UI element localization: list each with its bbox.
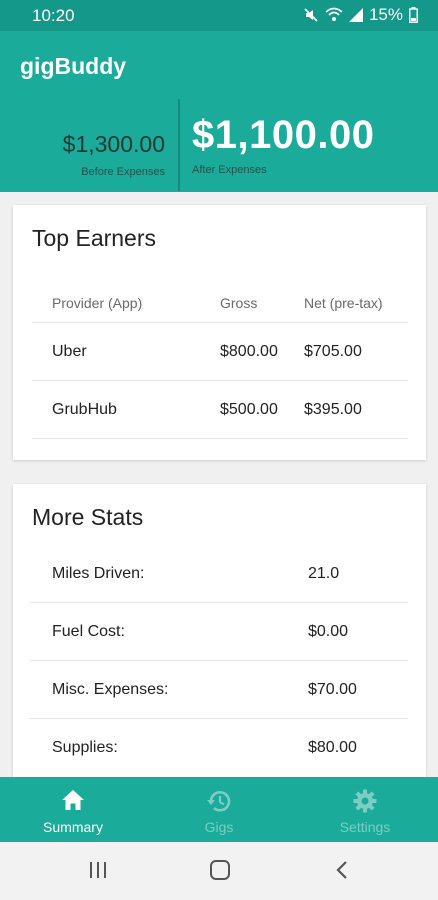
mute-icon xyxy=(303,7,319,23)
stat-value: $80.00 xyxy=(308,739,357,756)
stat-value: $70.00 xyxy=(308,680,357,698)
stat-row-miles: Miles Driven: 21.0 xyxy=(30,545,408,603)
nav-summary[interactable]: Summary xyxy=(0,777,146,842)
column-header-provider: Provider (App) xyxy=(52,294,143,311)
before-expenses-block: $1,300.00 Before Expenses xyxy=(63,131,165,178)
home-icon xyxy=(61,789,85,816)
nav-settings[interactable]: Settings xyxy=(292,777,438,842)
stat-label: Supplies: xyxy=(52,739,118,756)
more-stats-card: More Stats Miles Driven: 21.0 Fuel Cost:… xyxy=(13,484,426,794)
stat-value: 21.0 xyxy=(308,564,340,582)
stat-label: Fuel Cost: xyxy=(52,622,125,640)
nav-gigs[interactable]: Gigs xyxy=(146,777,292,842)
recent-apps-button[interactable] xyxy=(88,859,108,886)
more-stats-title: More Stats xyxy=(32,504,144,530)
status-bar: 10:20 15% xyxy=(0,0,438,31)
provider-name: Uber xyxy=(52,342,87,360)
nav-summary-label: Summary xyxy=(43,819,103,835)
provider-name: GrubHub xyxy=(52,400,117,418)
top-earners-header-row: Provider (App) Gross Net (pre-tax) xyxy=(32,283,408,323)
after-expenses-block: $1,100.00 After Expenses xyxy=(192,113,374,176)
top-earners-card: Top Earners Provider (App) Gross Net (pr… xyxy=(13,205,426,460)
top-earners-title: Top Earners xyxy=(32,225,157,251)
table-row[interactable]: GrubHub $500.00 $395.00 xyxy=(32,381,408,439)
app-header: gigBuddy $1,300.00 Before Expenses $1,10… xyxy=(0,31,438,192)
bottom-navigation: Summary Gigs Settings xyxy=(0,777,438,842)
after-expenses-label: After Expenses xyxy=(192,164,267,176)
gross-value: $500.00 xyxy=(220,400,278,418)
column-header-net: Net (pre-tax) xyxy=(304,294,383,311)
battery-percent: 15% xyxy=(368,5,403,24)
stat-value: $0.00 xyxy=(308,622,349,640)
before-expenses-amount: $1,300.00 xyxy=(62,131,165,157)
status-time: 10:20 xyxy=(32,6,75,25)
before-expenses-label: Before Expenses xyxy=(81,166,165,178)
header-divider xyxy=(178,99,180,191)
battery-icon xyxy=(409,7,418,23)
home-button[interactable] xyxy=(209,859,231,886)
nav-settings-label: Settings xyxy=(339,819,391,835)
gear-icon xyxy=(353,789,377,818)
after-expenses-amount: $1,100.00 xyxy=(192,113,375,157)
nav-gigs-label: Gigs xyxy=(204,819,234,835)
app-title: gigBuddy xyxy=(20,53,127,79)
wifi-icon xyxy=(325,7,343,23)
signal-icon xyxy=(348,8,363,22)
gross-value: $800.00 xyxy=(220,342,278,360)
stat-label: Misc. Expenses: xyxy=(52,680,169,698)
system-navigation-bar xyxy=(0,842,438,900)
history-icon xyxy=(206,789,232,818)
stat-label: Miles Driven: xyxy=(52,564,145,582)
net-value: $705.00 xyxy=(304,342,362,360)
stat-row-supplies: Supplies: $80.00 xyxy=(30,719,408,777)
status-icons: 15% xyxy=(303,5,418,25)
net-value: $395.00 xyxy=(304,400,362,418)
table-row[interactable]: Uber $800.00 $705.00 xyxy=(32,323,408,381)
back-button[interactable] xyxy=(334,859,350,886)
stat-row-misc: Misc. Expenses: $70.00 xyxy=(30,661,408,719)
stat-row-fuel: Fuel Cost: $0.00 xyxy=(30,603,408,661)
column-header-gross: Gross xyxy=(220,294,258,311)
